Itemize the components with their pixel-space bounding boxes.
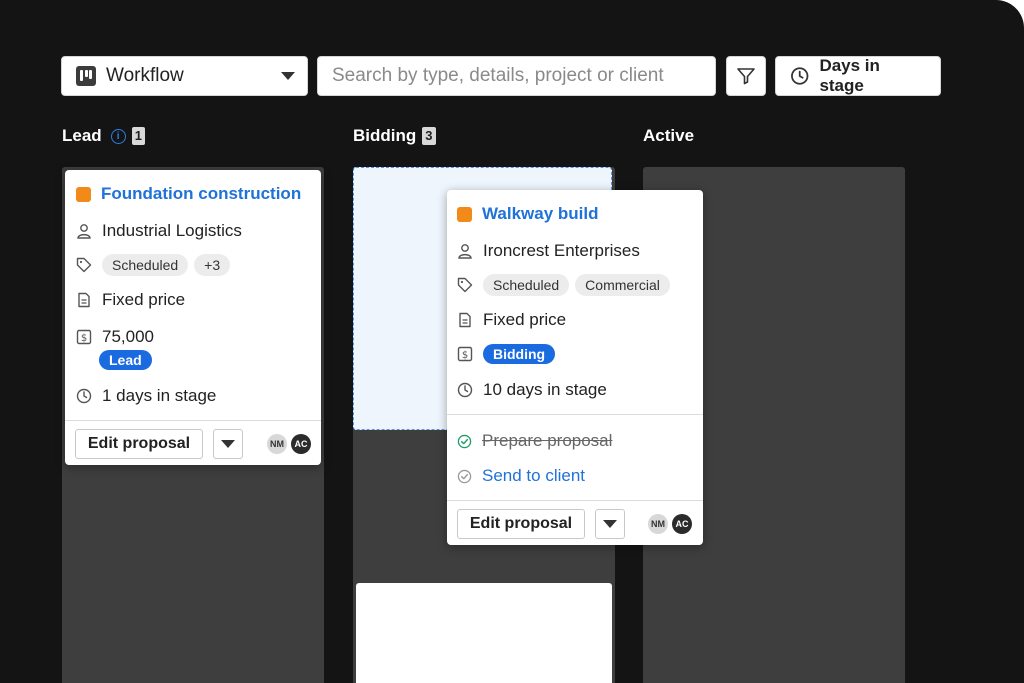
tag-icon <box>76 257 92 273</box>
column-header-bidding: Bidding 3 <box>353 125 436 147</box>
tag-chip: Scheduled <box>102 254 189 276</box>
avatar[interactable]: NM <box>267 434 287 454</box>
divider <box>447 500 703 501</box>
view-selector[interactable]: Workflow <box>61 56 308 96</box>
chevron-down-icon <box>221 440 235 448</box>
board-icon <box>76 66 96 86</box>
dollar-icon: $ <box>457 346 473 362</box>
column-title: Lead <box>62 126 102 145</box>
svg-text:$: $ <box>81 333 87 344</box>
project-marker-icon <box>457 206 472 222</box>
client-row: Industrial Logistics <box>76 221 242 241</box>
clock-icon <box>791 67 809 85</box>
search-input[interactable] <box>332 65 701 87</box>
document-icon <box>78 292 90 308</box>
check-circle-icon <box>457 434 472 448</box>
card-title[interactable]: Walkway build <box>457 204 599 224</box>
pricing-row: Fixed price <box>76 290 185 310</box>
app-frame: Workflow Days in stage Lead i 1 Bidding … <box>0 0 1024 683</box>
client-row: Ironcrest Enterprises <box>457 241 640 261</box>
chevron-down-icon <box>281 72 295 80</box>
column-header-active: Active <box>643 125 694 147</box>
clock-icon <box>457 382 473 398</box>
project-card-lead[interactable]: Foundation construction Industrial Logis… <box>65 170 321 465</box>
task-item[interactable]: Prepare proposal <box>457 431 612 451</box>
project-marker-icon <box>76 186 91 202</box>
divider <box>65 420 321 421</box>
filter-button[interactable] <box>726 56 766 96</box>
column-header-lead: Lead i 1 <box>62 125 145 147</box>
avatar[interactable]: AC <box>672 514 692 534</box>
tag-chip: Commercial <box>575 274 670 296</box>
column-title: Active <box>643 126 695 145</box>
tag-chip-more[interactable]: +3 <box>194 254 231 276</box>
dollar-icon: $ <box>76 329 92 345</box>
column-title: Bidding <box>353 126 417 145</box>
edit-proposal-button[interactable]: Edit proposal <box>457 509 585 539</box>
tag-icon <box>457 277 473 293</box>
tags-row: Scheduled Commercial <box>457 274 676 296</box>
stage-badge-wrap: Lead <box>99 350 152 370</box>
info-icon[interactable]: i <box>110 128 126 144</box>
stage-badge: Bidding <box>483 344 556 364</box>
view-selector-label: Workflow <box>106 65 184 86</box>
svg-text:$: $ <box>462 350 468 361</box>
more-actions-button[interactable] <box>213 429 243 459</box>
edit-proposal-button[interactable]: Edit proposal <box>75 429 203 459</box>
days-in-stage-label: Days in stage <box>819 56 880 95</box>
project-card-bidding[interactable]: Walkway build Ironcrest Enterprises Sche… <box>447 190 703 545</box>
amount-row: $ 75,000 <box>76 327 154 347</box>
clock-icon <box>76 388 92 404</box>
check-circle-icon <box>457 469 472 483</box>
card-placeholder[interactable] <box>356 583 612 683</box>
filter-icon <box>737 68 755 85</box>
days-row: 10 days in stage <box>457 380 607 400</box>
card-title[interactable]: Foundation construction <box>76 184 301 204</box>
days-row: 1 days in stage <box>76 386 216 406</box>
avatar[interactable]: AC <box>291 434 311 454</box>
chevron-down-icon <box>603 520 617 528</box>
search-box[interactable] <box>317 56 716 96</box>
document-icon <box>459 312 471 328</box>
days-in-stage-button[interactable]: Days in stage <box>775 56 941 96</box>
avatar[interactable]: NM <box>648 514 668 534</box>
more-actions-button[interactable] <box>595 509 625 539</box>
person-icon <box>458 244 472 259</box>
divider <box>447 414 703 415</box>
tags-row: Scheduled +3 <box>76 254 236 276</box>
person-icon <box>77 224 91 239</box>
stage-badge: Lead <box>99 350 152 370</box>
tag-chip: Scheduled <box>483 274 570 296</box>
task-item[interactable]: Send to client <box>457 466 585 486</box>
stage-row: $ Bidding <box>457 344 556 364</box>
column-count: 1 <box>131 127 145 145</box>
column-count: 3 <box>422 127 436 145</box>
pricing-row: Fixed price <box>457 310 566 330</box>
